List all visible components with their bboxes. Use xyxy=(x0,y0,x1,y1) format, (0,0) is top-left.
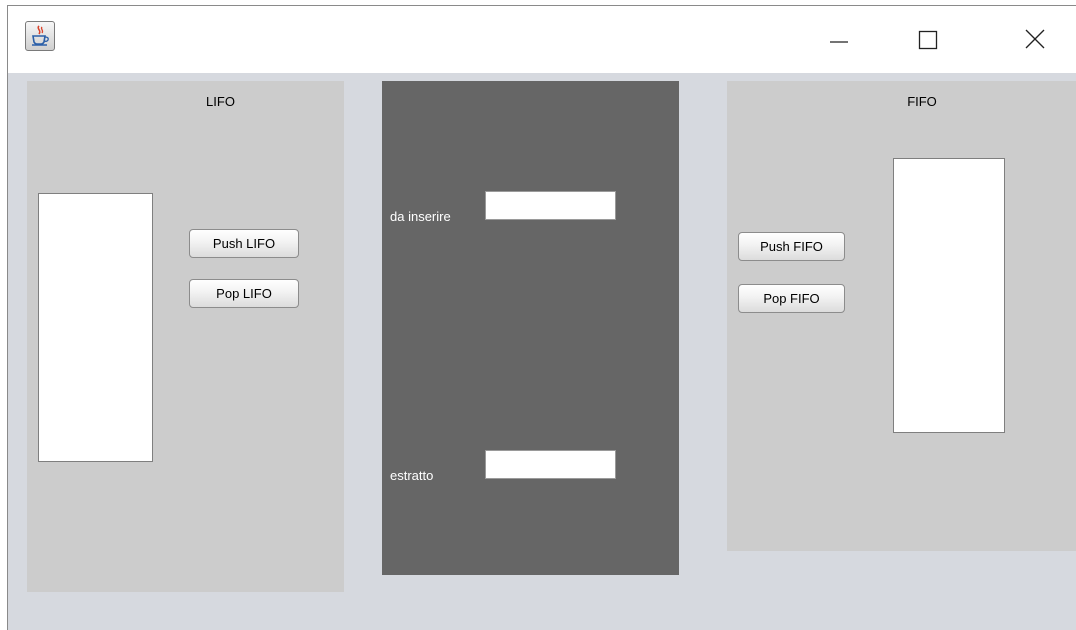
pop-fifo-button[interactable]: Pop FIFO xyxy=(738,284,845,313)
insert-field[interactable] xyxy=(485,191,616,220)
pop-lifo-button[interactable]: Pop LIFO xyxy=(189,279,299,308)
fifo-panel: FIFO Push FIFO Pop FIFO xyxy=(727,81,1076,551)
minimize-icon xyxy=(830,41,848,43)
extracted-field[interactable] xyxy=(485,450,616,479)
minimize-button[interactable] xyxy=(816,20,866,56)
lifo-title: LIFO xyxy=(206,94,235,109)
lifo-list[interactable] xyxy=(38,193,153,462)
title-bar[interactable] xyxy=(8,6,1076,73)
close-button[interactable] xyxy=(1012,20,1062,56)
maximize-button[interactable] xyxy=(905,20,955,56)
app-window: LIFO Push LIFO Pop LIFO da inserire estr… xyxy=(7,5,1076,630)
extracted-label: estratto xyxy=(390,468,434,483)
fifo-list[interactable] xyxy=(893,158,1005,433)
lifo-panel: LIFO Push LIFO Pop LIFO xyxy=(27,81,344,592)
fifo-title: FIFO xyxy=(907,94,937,109)
io-panel: da inserire estratto xyxy=(382,81,679,575)
maximize-icon xyxy=(918,30,938,50)
insert-label: da inserire xyxy=(390,209,451,224)
close-icon xyxy=(1025,29,1045,49)
java-cup-icon[interactable] xyxy=(25,21,55,51)
push-lifo-button[interactable]: Push LIFO xyxy=(189,229,299,258)
push-fifo-button[interactable]: Push FIFO xyxy=(738,232,845,261)
